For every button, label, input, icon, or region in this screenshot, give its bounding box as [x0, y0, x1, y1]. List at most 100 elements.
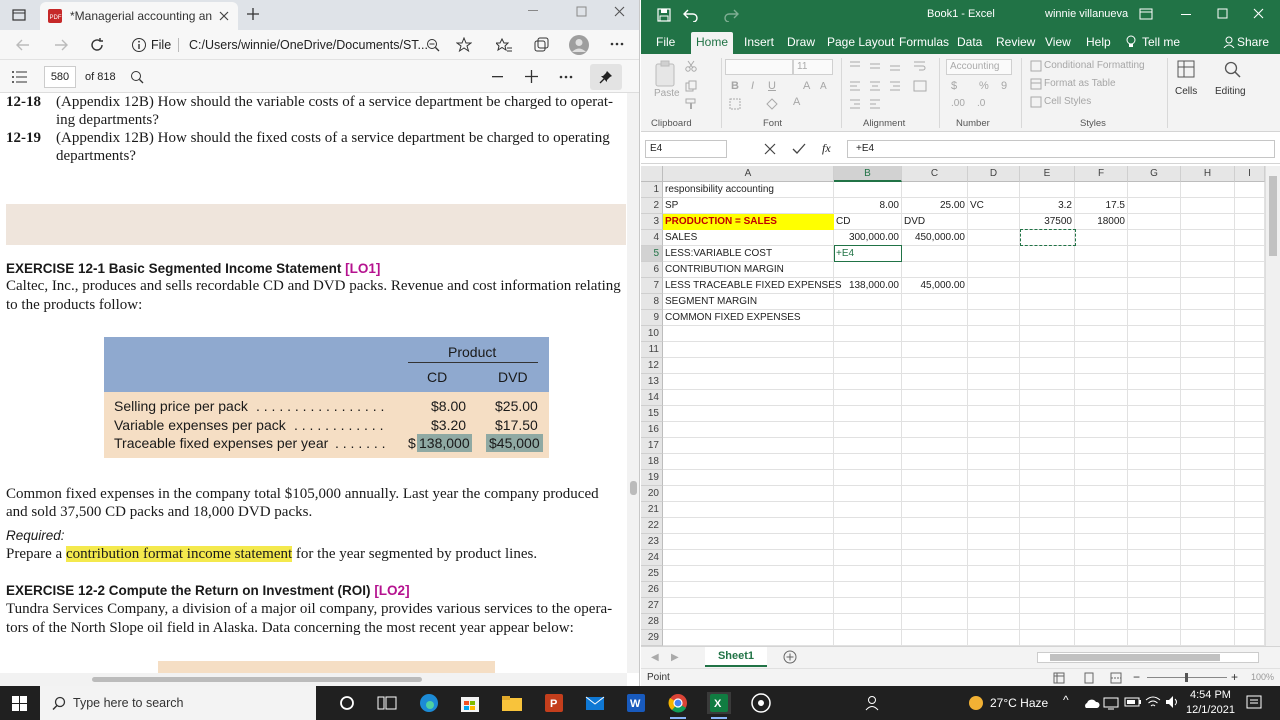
number-format-select[interactable]: Accounting	[946, 59, 1012, 75]
align-top-icon[interactable]	[850, 60, 910, 72]
column-header-B[interactable]: B	[834, 166, 902, 182]
row-header-12[interactable]: 12	[641, 358, 663, 374]
minimize-icon[interactable]	[528, 10, 540, 12]
zoom-level[interactable]: 100%	[1251, 672, 1274, 682]
cell-A8[interactable]: SEGMENT MARGIN	[665, 294, 896, 310]
format-as-table-button[interactable]: Format as Table	[1044, 78, 1116, 89]
column-header-I[interactable]: I	[1235, 166, 1265, 182]
row-header-11[interactable]: 11	[641, 342, 663, 358]
cell-C2[interactable]: 25.00	[904, 198, 965, 214]
cancel-entry-icon[interactable]	[764, 143, 776, 155]
row-header-18[interactable]: 18	[641, 454, 663, 470]
cell-C3[interactable]: DVD	[904, 214, 1030, 230]
spreadsheet-grid[interactable]: ABCDEFGHI 1 2 3 4 5 6 7 8 9 10 11 12 13 14 15 16 17 18 19 2…	[641, 166, 1265, 646]
zoom-out-icon[interactable]	[492, 76, 504, 78]
row-header-24[interactable]: 24	[641, 550, 663, 566]
font-size-select[interactable]: 11	[793, 59, 833, 75]
edge-tab[interactable]: PDF *Managerial accounting annotat	[40, 2, 238, 30]
clock-date[interactable]: 12/1/2021	[1186, 704, 1235, 716]
mail-icon[interactable]	[583, 692, 607, 714]
cell-B4[interactable]: 300,000.00	[836, 230, 899, 246]
notifications-icon[interactable]	[1246, 695, 1262, 711]
chrome-icon[interactable]	[666, 692, 690, 719]
windows-start-icon[interactable]	[12, 696, 28, 712]
file-explorer-icon[interactable]	[500, 692, 524, 714]
cells-icon[interactable]	[1177, 60, 1195, 78]
pin-toolbar-button[interactable]	[590, 64, 622, 90]
more-menu-icon[interactable]	[610, 42, 624, 46]
paste-icon[interactable]	[653, 60, 677, 88]
profile-avatar[interactable]	[569, 35, 589, 55]
currency-button[interactable]: $	[951, 80, 957, 92]
conditional-formatting-button[interactable]: Conditional Formatting	[1044, 60, 1145, 71]
scroll-thumb[interactable]	[92, 677, 422, 682]
new-tab-icon[interactable]	[246, 7, 260, 21]
obs-icon[interactable]	[749, 692, 773, 714]
sheet-tab[interactable]: Sheet1	[705, 647, 767, 667]
zoom-icon[interactable]	[426, 38, 440, 52]
scroll-thumb[interactable]	[1269, 176, 1277, 256]
weather-icon[interactable]	[967, 694, 985, 712]
pdf-vertical-scrollbar[interactable]	[627, 93, 639, 673]
column-header-H[interactable]: H	[1181, 166, 1235, 182]
sheet-nav-prev-icon[interactable]: ◀	[651, 652, 659, 663]
zoom-slider-thumb[interactable]	[1185, 673, 1188, 682]
people-icon[interactable]	[862, 692, 886, 714]
page-number-input[interactable]: 580	[44, 66, 76, 88]
show-hidden-icons[interactable]: ^	[1063, 693, 1069, 707]
page-layout-view-icon[interactable]	[1083, 672, 1095, 684]
share-button[interactable]: Share	[1237, 35, 1269, 49]
user-name[interactable]: winnie villanueva	[1045, 8, 1128, 20]
row-header-7[interactable]: 7	[641, 278, 663, 294]
tab-data[interactable]: Data	[957, 35, 982, 49]
formula-input[interactable]: +E4	[847, 140, 1275, 158]
task-view-icon[interactable]	[375, 692, 399, 714]
new-sheet-icon[interactable]	[783, 650, 797, 664]
sheet-nav-next-icon[interactable]: ▶	[671, 652, 679, 663]
wifi-icon[interactable]	[1145, 695, 1161, 709]
row-header-3[interactable]: 3	[641, 214, 663, 230]
favorites-icon[interactable]	[496, 37, 512, 53]
row-header-10[interactable]: 10	[641, 326, 663, 342]
row-header-13[interactable]: 13	[641, 374, 663, 390]
row-header-2[interactable]: 2	[641, 198, 663, 214]
excel-icon[interactable]: X	[707, 692, 731, 719]
cell-A9[interactable]: COMMON FIXED EXPENSES	[665, 310, 896, 326]
cell-B2[interactable]: 8.00	[836, 198, 899, 214]
font-name-select[interactable]	[725, 59, 793, 75]
cell-C7[interactable]: 45,000.00	[904, 278, 966, 294]
row-header-9[interactable]: 9	[641, 310, 663, 326]
row-header-17[interactable]: 17	[641, 438, 663, 454]
row-header-6[interactable]: 6	[641, 262, 663, 278]
grow-font-button[interactable]: A	[803, 80, 810, 92]
tab-actions-icon[interactable]	[12, 8, 26, 22]
wrap-text-icon[interactable]	[913, 60, 927, 72]
taskbar-search-box[interactable]: Type here to search	[40, 686, 316, 720]
favorite-add-icon[interactable]	[456, 37, 472, 53]
network-icon[interactable]	[1103, 696, 1119, 710]
column-header-C[interactable]: C	[902, 166, 968, 182]
cell-E3[interactable]: 37500	[1022, 214, 1072, 230]
edge-icon[interactable]	[417, 692, 441, 714]
minimize-icon[interactable]	[1181, 14, 1193, 16]
tab-draw[interactable]: Draw	[787, 35, 815, 49]
cell-A6[interactable]: CONTRIBUTION MARGIN	[665, 262, 896, 278]
word-icon[interactable]: W	[624, 692, 648, 714]
excel-vertical-scrollbar[interactable]	[1265, 166, 1280, 646]
merge-center-icon[interactable]	[913, 80, 927, 92]
column-header-D[interactable]: D	[968, 166, 1020, 182]
column-header-G[interactable]: G	[1128, 166, 1181, 182]
confirm-entry-icon[interactable]	[792, 143, 806, 155]
row-header-1[interactable]: 1	[641, 182, 663, 198]
refresh-icon[interactable]	[89, 37, 105, 53]
tell-me[interactable]: Tell me	[1142, 35, 1180, 49]
cell-E2[interactable]: 3.2	[1022, 198, 1072, 214]
row-header-21[interactable]: 21	[641, 502, 663, 518]
zoom-in-icon[interactable]	[525, 70, 538, 83]
tab-formulas[interactable]: Formulas	[899, 35, 949, 49]
row-header-28[interactable]: 28	[641, 614, 663, 630]
shrink-font-button[interactable]: A	[820, 81, 827, 92]
bold-button[interactable]: B	[731, 80, 739, 92]
microsoft-store-icon[interactable]	[458, 692, 482, 714]
align-left-icon[interactable]	[850, 80, 910, 92]
